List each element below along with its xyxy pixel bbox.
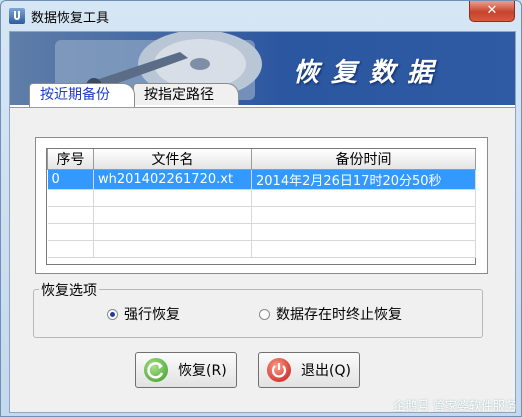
- table-header: 序号 文件名 备份时间: [47, 149, 476, 170]
- cell-index: 0: [47, 169, 94, 190]
- tab-recent-backup[interactable]: 按近期备份: [29, 83, 135, 107]
- tab-panel: 序号 文件名 备份时间 0 wh201402261720.xt 2014年2月2…: [35, 137, 488, 274]
- table-row-empty: [47, 189, 476, 207]
- restore-button[interactable]: 恢复(R): [135, 352, 237, 388]
- cell-filename: wh201402261720.xt: [93, 169, 252, 190]
- banner-title: 恢复数据: [293, 58, 446, 88]
- radio-force-restore-dot[interactable]: [107, 308, 118, 320]
- exit-button-label: 退出(Q): [301, 363, 351, 379]
- exit-button[interactable]: 退出(Q): [258, 352, 360, 388]
- table-row-empty: [47, 206, 476, 224]
- radio-force-restore-label: 强行恢复: [124, 307, 180, 323]
- window-title: 数据恢复工具: [31, 11, 110, 26]
- tab-specified-path[interactable]: 按指定路径: [133, 83, 239, 105]
- close-button[interactable]: ✕: [469, 1, 515, 22]
- app-icon: [9, 8, 25, 24]
- table-row-empty: [47, 240, 476, 258]
- power-icon: [267, 358, 291, 382]
- radio-abort-if-exists-dot[interactable]: [259, 308, 270, 320]
- column-header-time[interactable]: 备份时间: [251, 149, 476, 170]
- radio-abort-if-exists[interactable]: 数据存在时终止恢复: [259, 304, 402, 324]
- cell-time: 2014年2月26日17时20分50秒: [251, 169, 476, 190]
- watermark-text: 企鹅号 管家婆软件服务: [393, 399, 517, 413]
- radio-abort-if-exists-label: 数据存在时终止恢复: [276, 307, 402, 323]
- column-header-index[interactable]: 序号: [47, 149, 94, 170]
- app-window: 数据恢复工具 ✕ 恢复数据 按近期备份 按指定路径 序号 文件名 备份时间 0 …: [0, 0, 522, 417]
- table-row-empty: [47, 223, 476, 241]
- restore-button-label: 恢复(R): [178, 363, 227, 379]
- restore-options-group: [33, 289, 483, 338]
- refresh-icon: [144, 358, 168, 382]
- restore-options-label: 恢复选项: [39, 280, 99, 300]
- table-row[interactable]: 0 wh201402261720.xt 2014年2月26日17时20分50秒: [47, 169, 476, 190]
- radio-force-restore[interactable]: 强行恢复: [107, 304, 180, 324]
- column-header-filename[interactable]: 文件名: [93, 149, 252, 170]
- backup-table[interactable]: 序号 文件名 备份时间 0 wh201402261720.xt 2014年2月2…: [46, 148, 476, 265]
- title-bar[interactable]: 数据恢复工具 ✕: [1, 1, 521, 31]
